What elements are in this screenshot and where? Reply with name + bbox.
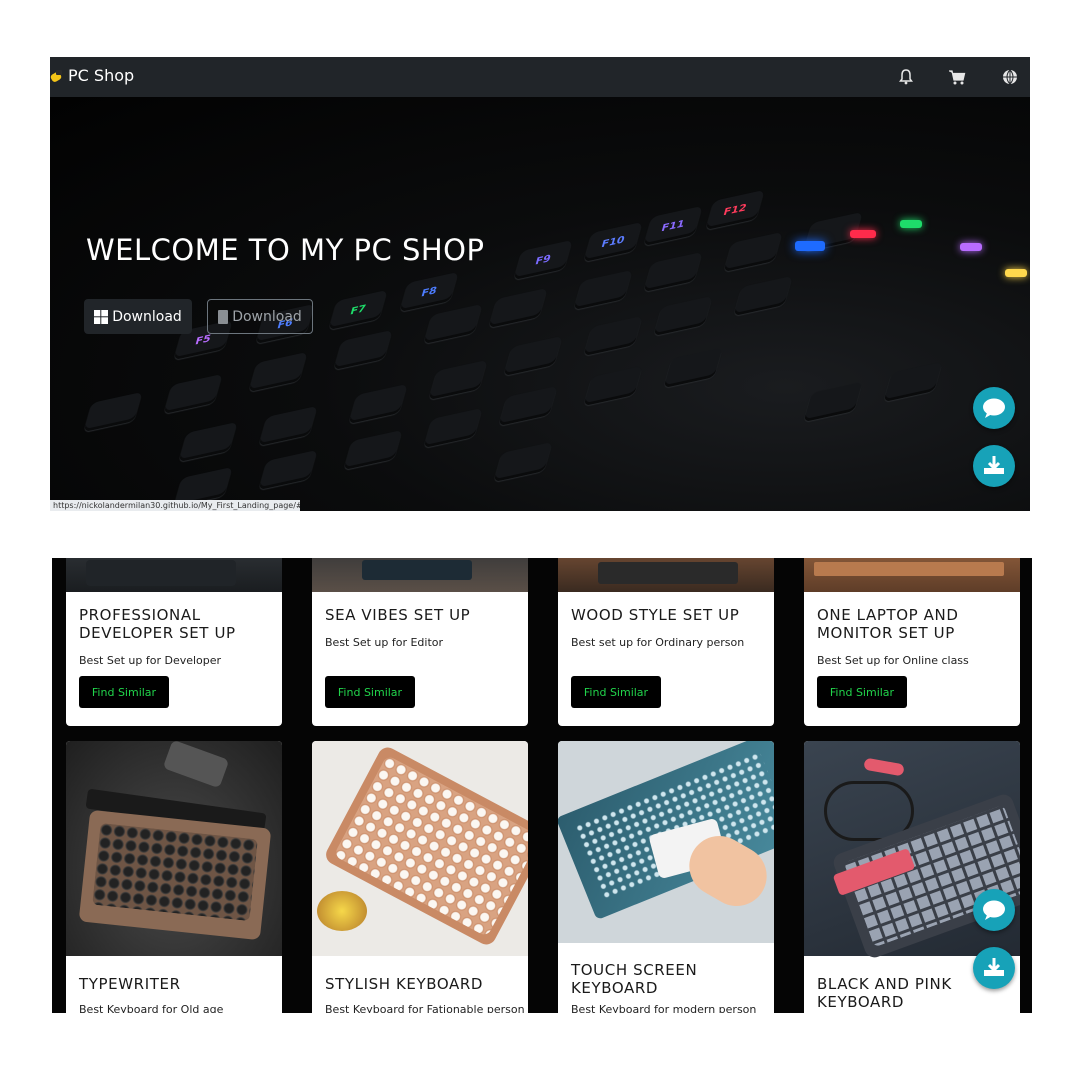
keyboard-key: [248, 351, 308, 393]
keyboard-key: [723, 231, 783, 273]
keyboard-key: [423, 303, 483, 345]
product-card: ONE LAPTOP AND MONITOR SET UP Best Set u…: [804, 558, 1020, 726]
find-similar-button[interactable]: Find Similar: [817, 676, 907, 708]
keyboard-key: [423, 407, 483, 449]
keyboard-key: [163, 373, 223, 415]
landing-hero-screenshot: PC Shop F5 F6 F7 F8 F9 F10 F11 F12 WELCO…: [50, 57, 1030, 511]
product-image: [66, 741, 282, 956]
hero-title: WELCOME TO MY PC SHOP: [86, 233, 485, 267]
product-card: SEA VIBES SET UP Best Set up for Editor …: [312, 558, 528, 726]
product-image: [558, 558, 774, 592]
brand-name: PC Shop: [68, 66, 135, 85]
download-icon: [984, 958, 1004, 976]
product-description: Best set up for Ordinary person: [571, 636, 745, 649]
windows-download-button[interactable]: Download: [84, 299, 192, 334]
product-description: Best Keyboard for Old age: [79, 1003, 224, 1013]
bell-icon[interactable]: [896, 67, 916, 87]
cart-icon[interactable]: [947, 67, 967, 87]
keyboard-key: [83, 391, 143, 433]
keyboard-key: [663, 347, 723, 389]
key-f10: F10: [583, 221, 643, 263]
keyboard-key: [573, 269, 633, 311]
product-image: [312, 741, 528, 956]
globe-icon[interactable]: [1000, 67, 1020, 87]
product-card: TYPEWRITER Best Keyboard for Old age: [66, 741, 282, 1013]
find-similar-button[interactable]: Find Similar: [325, 676, 415, 708]
keyboard-key: [428, 359, 488, 401]
keyboard-key: [348, 383, 408, 425]
keyboard-key: [258, 449, 318, 491]
products-screenshot: PROFESSIONAL DEVELOPER SET UP Best Set u…: [52, 558, 1032, 1013]
product-title: TYPEWRITER: [79, 975, 181, 993]
product-title: PROFESSIONAL DEVELOPER SET UP: [79, 606, 236, 642]
keyboard-glow: [795, 241, 825, 251]
product-description: Best Keyboard for modern person: [571, 1003, 757, 1013]
keyboard-key: [488, 287, 548, 329]
keyboard-glow: [900, 220, 922, 228]
product-image: [558, 741, 774, 943]
product-card: WOOD STYLE SET UP Best set up for Ordina…: [558, 558, 774, 726]
keyboard-key: [498, 385, 558, 427]
product-image: [804, 558, 1020, 592]
find-similar-button[interactable]: Find Similar: [571, 676, 661, 708]
keyboard-glow: [1005, 269, 1027, 277]
chat-button[interactable]: [973, 889, 1015, 931]
chat-icon: [983, 900, 1005, 920]
chat-icon: [983, 398, 1005, 418]
keyboard-key: [333, 329, 393, 371]
brand-logo-icon: [50, 69, 62, 82]
product-description: Best Set up for Developer: [79, 654, 222, 667]
product-card: PROFESSIONAL DEVELOPER SET UP Best Set u…: [66, 558, 282, 726]
brand[interactable]: PC Shop: [50, 66, 134, 85]
keyboard-glow: [850, 230, 876, 238]
keyboard-key: [583, 365, 643, 407]
product-description: Best Keyboard for Fationable person: [325, 1003, 525, 1013]
keyboard-glow: [960, 243, 982, 251]
windows-icon: [94, 309, 109, 324]
product-title: STYLISH KEYBOARD: [325, 975, 484, 993]
product-card: TOUCH SCREEN KEYBOARD Best Keyboard for …: [558, 741, 774, 1013]
product-image: [312, 558, 528, 592]
product-card: STYLISH KEYBOARD Best Keyboard for Fatio…: [312, 741, 528, 1013]
key-f8: F8: [399, 271, 459, 313]
keyboard-key: [883, 361, 943, 403]
keyboard-key: [583, 315, 643, 357]
hero-banner: F5 F6 F7 F8 F9 F10 F11 F12 WELCOME TO MY…: [50, 97, 1030, 511]
product-title: WOOD STYLE SET UP: [571, 606, 740, 624]
keyboard-key: [803, 381, 863, 423]
keyboard-key: [258, 405, 318, 447]
keyboard-key: [733, 275, 793, 317]
download-icon: [984, 456, 1004, 474]
product-description: Best Set up for Online class: [817, 654, 969, 667]
key-f12: F12: [705, 189, 765, 231]
mac-download-button[interactable]: Download: [207, 299, 313, 334]
keyboard-key: [178, 421, 238, 463]
keyboard-key: [643, 251, 703, 293]
keyboard-key: [653, 295, 713, 337]
product-title: SEA VIBES SET UP: [325, 606, 471, 624]
download-fab-button[interactable]: [973, 947, 1015, 989]
key-f11: F11: [643, 205, 703, 247]
windows-download-label: Download: [112, 308, 182, 325]
keyboard-key: [493, 441, 553, 483]
device-icon: [218, 309, 229, 324]
keyboard-key: [343, 429, 403, 471]
product-image: [66, 558, 282, 592]
browser-status-url: https://nickolandermilan30.github.io/My_…: [50, 500, 300, 511]
find-similar-button[interactable]: Find Similar: [79, 676, 169, 708]
chat-button[interactable]: [973, 387, 1015, 429]
navbar: PC Shop: [50, 57, 1030, 97]
product-description: Best Set up for Editor: [325, 636, 444, 649]
product-title: TOUCH SCREEN KEYBOARD: [571, 961, 698, 997]
product-title: ONE LAPTOP AND MONITOR SET UP: [817, 606, 959, 642]
mac-download-label: Download: [232, 308, 302, 325]
download-fab-button[interactable]: [973, 445, 1015, 487]
key-f7: F7: [328, 289, 388, 331]
key-f9: F9: [513, 239, 573, 281]
keyboard-key: [503, 335, 563, 377]
